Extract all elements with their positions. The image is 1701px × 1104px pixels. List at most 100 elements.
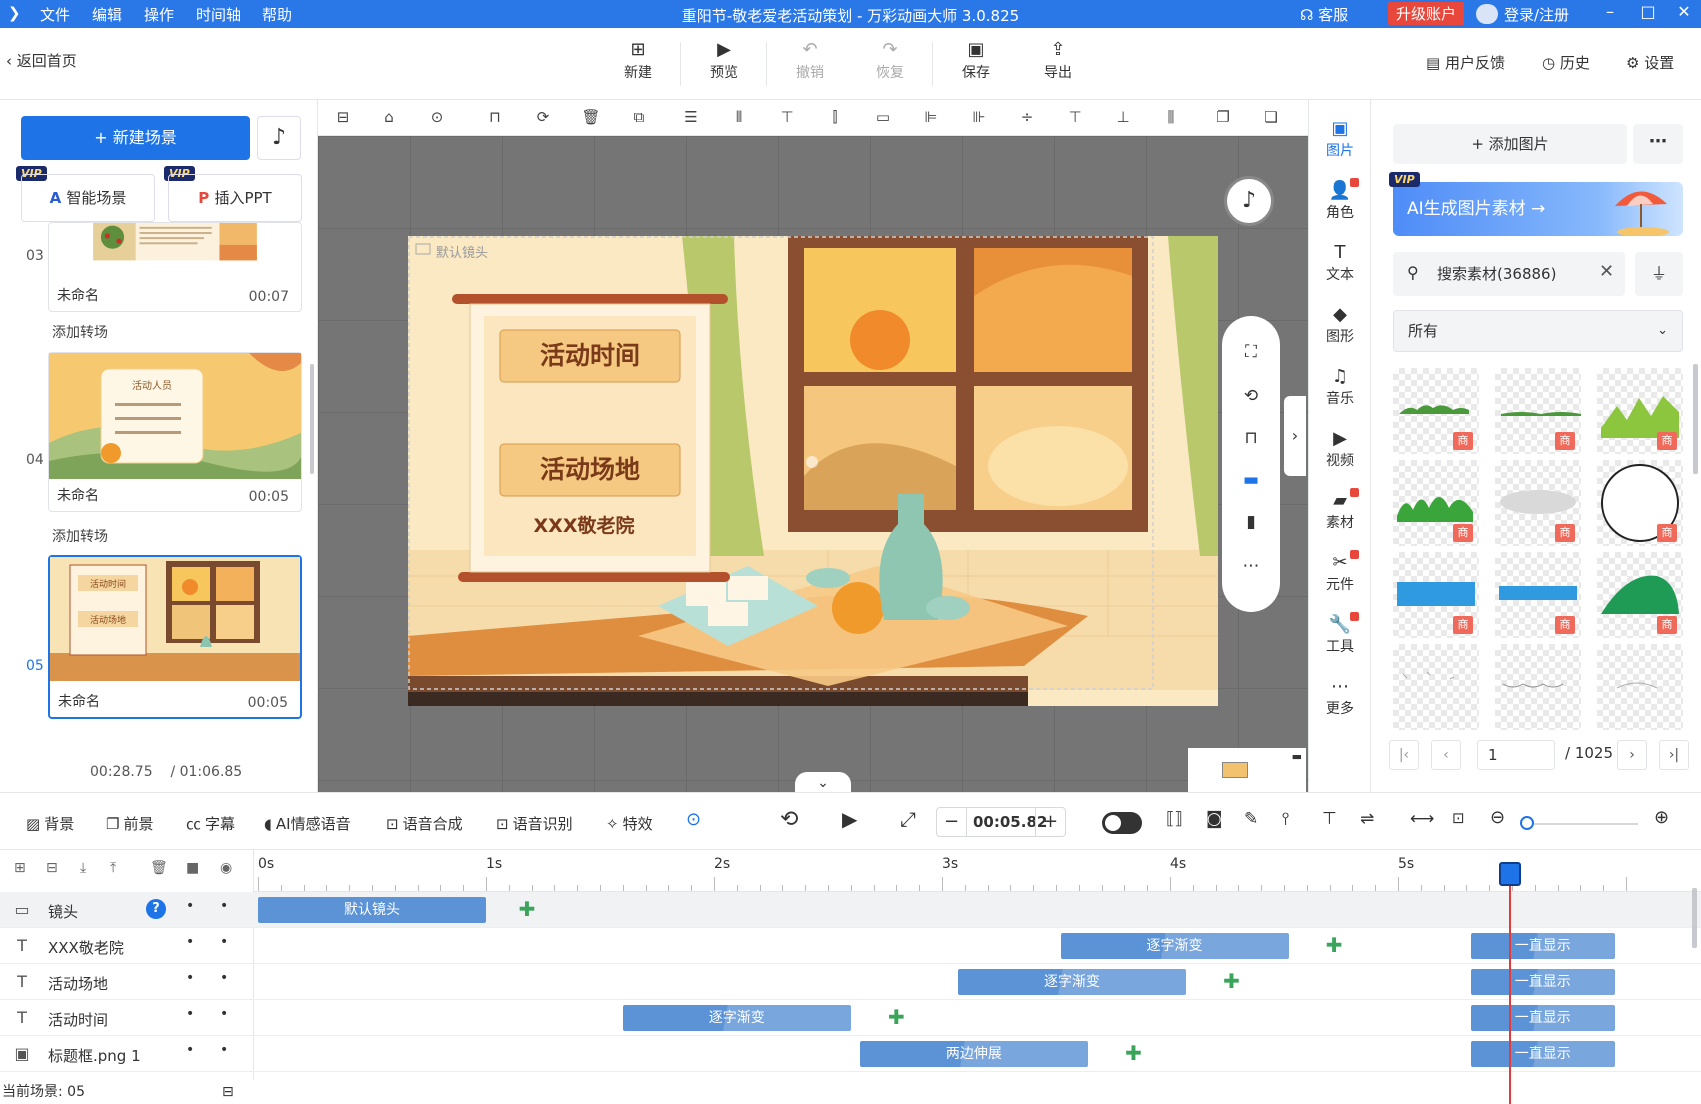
play-icon[interactable]: ▶ (842, 807, 857, 831)
distribute-v-icon[interactable]: ⫼ (1160, 108, 1182, 128)
track-visible-dot[interactable]: • (220, 934, 228, 950)
minimize-icon[interactable]: – (1598, 2, 1622, 24)
rotate-view-icon[interactable]: ⟲ (1240, 386, 1262, 408)
timeline-clip[interactable]: 逐字渐变 (1060, 933, 1289, 959)
timeline-clip[interactable]: 一直显示 (1470, 1041, 1615, 1067)
text-filter-icon[interactable]: ⊤ (1322, 809, 1337, 829)
track-visible-dot[interactable]: • (220, 1042, 228, 1058)
upgrade-button[interactable]: 升级账户 (1388, 2, 1465, 25)
replay-icon[interactable]: ⟲ (780, 807, 798, 832)
maximize-icon[interactable]: □ (1636, 2, 1660, 24)
timecode-plus-button[interactable]: + (1035, 808, 1065, 836)
redo-button[interactable]: ↷ 恢复 (860, 38, 920, 82)
scene-item-05[interactable]: 活动时间 活动场地 未命名 00:05 (48, 555, 302, 719)
effects-button[interactable]: ✧ 特效 (606, 813, 653, 834)
background-music-button[interactable]: ♪ (1224, 176, 1274, 226)
track-header[interactable]: T 活动时间 • • (0, 1000, 254, 1036)
align-center-h-icon[interactable]: ☰ (680, 108, 702, 128)
menu-timeline[interactable]: 时间轴 (196, 4, 241, 25)
clear-search-icon[interactable]: ✕ (1599, 261, 1614, 282)
track-lock-dot[interactable]: • (186, 1006, 194, 1022)
track-header[interactable]: ▭ 镜头? • • (0, 892, 254, 928)
speech-recognition-button[interactable]: ⊡ 语音识别 (496, 813, 573, 834)
ai-image-banner[interactable]: AI生成图片素材 → (1393, 182, 1683, 236)
timeline-clip[interactable]: 一直显示 (1470, 933, 1615, 959)
smart-scene-button[interactable]: A 智能场景 (21, 174, 155, 222)
track-row[interactable]: 默认镜头 ✚ (254, 892, 1701, 928)
filter-button[interactable]: ⏚ (1635, 252, 1683, 296)
tts-button[interactable]: ⊡ 语音合成 (386, 813, 463, 834)
timeline-clip[interactable]: 默认镜头 (258, 897, 486, 923)
scene-list-scrollbar[interactable] (310, 364, 314, 474)
track-row[interactable]: 逐字渐变 ✚ 一直显示 (254, 1000, 1701, 1036)
more-icon[interactable]: ⋯ (1240, 556, 1262, 578)
minimap[interactable]: ▬ (1188, 748, 1306, 792)
align-bottom-icon[interactable]: ⫿ (824, 108, 846, 128)
rail-item-3[interactable]: ◆ 图形 (1309, 304, 1371, 346)
track-lock-dot[interactable]: • (186, 1042, 194, 1058)
fit-screen-icon[interactable]: ⛶ (1240, 342, 1262, 364)
add-transition-link[interactable]: 添加转场 (52, 322, 108, 342)
home-icon[interactable]: ⌂ (378, 108, 400, 128)
timeline-clip[interactable]: 逐字渐变 (957, 969, 1186, 995)
rail-item-4[interactable]: ♫ 音乐 (1309, 366, 1371, 408)
zoom-slider-handle[interactable] (1520, 816, 1534, 830)
feedback-button[interactable]: ▤ 用户反馈 (1426, 52, 1505, 73)
material-tile[interactable]: 商 (1597, 460, 1683, 546)
fullscreen-icon[interactable]: ⤢ (900, 807, 916, 831)
zoom-out-icon[interactable]: ⊖ (1490, 807, 1505, 828)
back-home-button[interactable]: ‹ 返回首页 (6, 50, 77, 71)
menu-operate[interactable]: 操作 (144, 4, 174, 25)
delete-icon[interactable]: 🗑 (580, 108, 602, 128)
group-icon[interactable]: ⧉ (628, 108, 650, 128)
rail-item-0[interactable]: ▣ 图片 (1309, 118, 1371, 160)
add-transition-link[interactable]: 添加转场 (52, 526, 108, 546)
track-row[interactable]: 逐字渐变 ✚ 一直显示 (254, 964, 1701, 1000)
add-track-icon[interactable]: ⊟ (46, 860, 58, 876)
login-button[interactable]: 登录/注册 (1476, 4, 1569, 25)
timecode-minus-button[interactable]: − (937, 808, 967, 836)
more-circle-icon[interactable]: ⊙ (426, 108, 448, 128)
bracket-icon[interactable]: ⟦⟧ (1166, 809, 1183, 829)
track-lock-dot[interactable]: • (186, 934, 194, 950)
add-keyframe-icon[interactable]: ✚ (1324, 935, 1344, 955)
add-image-button[interactable]: + 添加图片 (1393, 124, 1627, 164)
material-search-input[interactable]: 搜索素材(36886) (1393, 252, 1625, 296)
material-tile[interactable] (1495, 644, 1581, 730)
material-tile[interactable]: 商 (1597, 552, 1683, 638)
board-title-time[interactable]: 活动时间 (540, 341, 640, 370)
delete-icon[interactable]: 🗑 (150, 860, 168, 876)
material-tile[interactable]: 商 (1393, 368, 1479, 454)
save-button[interactable]: ▣ 保存 (946, 38, 1006, 82)
material-tile[interactable]: 商 (1393, 552, 1479, 638)
timeline-clip[interactable]: 一直显示 (1470, 1005, 1615, 1031)
lock-icon[interactable]: ⊓ (484, 108, 506, 128)
settings-button[interactable]: ⚙ 设置 (1626, 52, 1674, 73)
subtitle-button[interactable]: ㏄字幕 (186, 813, 235, 834)
align-left-icon[interactable]: ⊫ (920, 108, 942, 128)
scene-music-button[interactable]: ♪ (257, 116, 301, 160)
category-select[interactable]: 所有 ⌄ (1393, 310, 1683, 352)
add-keyframe-icon[interactable]: ✚ (517, 899, 537, 919)
collapse-timeline-button[interactable]: ⌄ (795, 772, 851, 792)
material-tile[interactable] (1597, 644, 1683, 730)
menu-edit[interactable]: 编辑 (92, 4, 122, 25)
export-button[interactable]: ⇪ 导出 (1028, 38, 1088, 82)
canvas-stage[interactable]: 活动时间 活动场地 XXX敬老院 默认镜头 ♪ ⛶ ⟲ ⊓ ▬ ▮ ⋯ › ▬ … (318, 136, 1308, 792)
distribute-icon[interactable]: ▭ (872, 108, 894, 128)
new-button[interactable]: ⊞ 新建 (608, 38, 668, 82)
help-icon[interactable]: ? (146, 899, 166, 919)
close-icon[interactable]: ✕ (1672, 2, 1696, 24)
rail-item-1[interactable]: 👤 角色 (1309, 178, 1371, 222)
align-center-v-icon[interactable]: ⦀ (728, 108, 750, 128)
split-icon[interactable]: ⫯ (1282, 809, 1289, 829)
ai-voice-button[interactable]: ◖ AI情感语音 (264, 813, 351, 834)
history-button[interactable]: ◷ 历史 (1542, 52, 1590, 73)
prev-page-icon[interactable]: ‹ (1431, 740, 1461, 770)
add-keyframe-icon[interactable]: ✚ (886, 1007, 906, 1027)
actual-size-icon[interactable]: ⊡ (1452, 809, 1465, 827)
material-tile[interactable]: 商 (1597, 368, 1683, 454)
add-folder-icon[interactable]: ⊞ (14, 860, 26, 876)
material-scrollbar[interactable] (1693, 364, 1698, 474)
lock-icon[interactable]: ■ (186, 860, 199, 876)
